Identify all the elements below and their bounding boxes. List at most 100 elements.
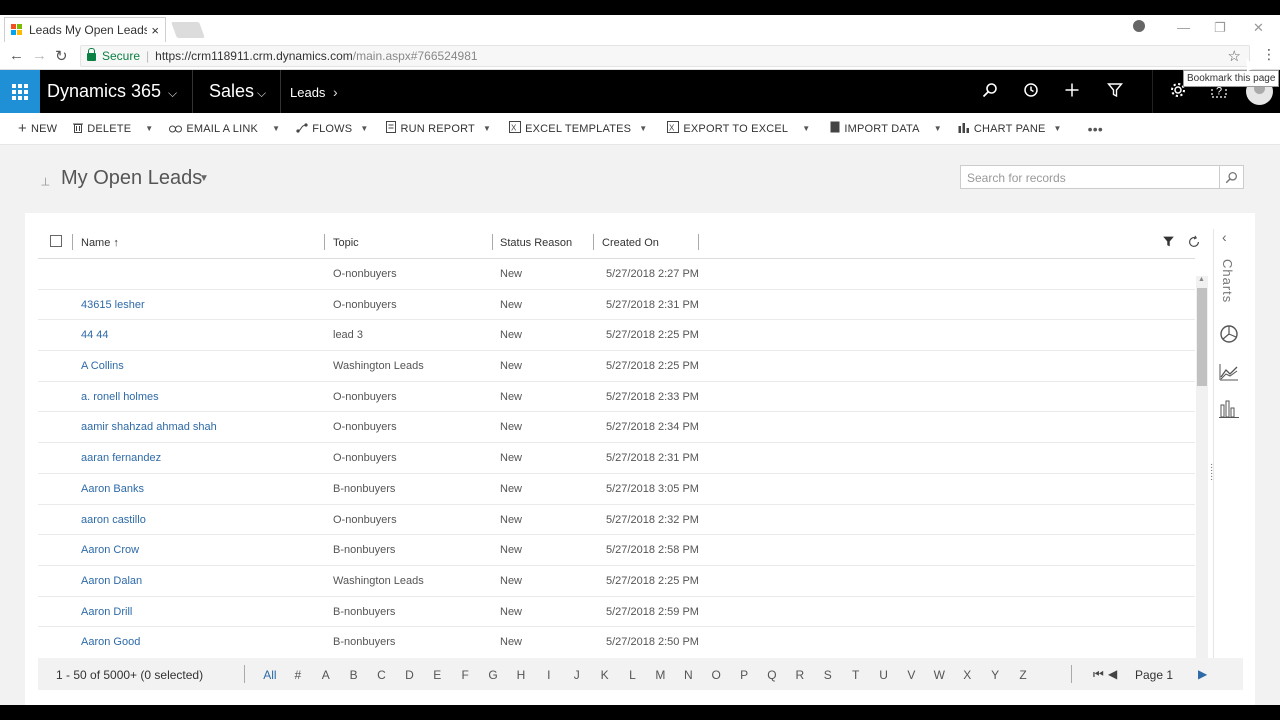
close-window-icon[interactable]: ✕ (1253, 20, 1264, 36)
letter-filter[interactable]: N (674, 668, 702, 682)
bar-chart-icon[interactable] (1219, 399, 1239, 419)
letter-filter-all[interactable]: All (256, 668, 284, 682)
table-row[interactable]: aaron castillo O-nonbuyers New 5/27/2018 2:… (38, 505, 1195, 536)
letter-filter[interactable]: L (619, 668, 647, 682)
first-page-icon[interactable]: ⏮ (1093, 667, 1104, 682)
previous-page-icon[interactable]: ◀ (1108, 667, 1117, 681)
area-chart-icon[interactable] (1219, 362, 1239, 382)
letter-filter[interactable]: Z (1009, 668, 1037, 682)
profile-icon[interactable] (1133, 20, 1145, 32)
select-all-checkbox[interactable] (50, 235, 62, 247)
lead-name-link[interactable]: 43615 lesher (81, 299, 145, 311)
table-row[interactable]: aamir shahzad ahmad shah O-nonbuyers New 5/… (38, 412, 1195, 444)
table-row[interactable]: O-nonbuyers New 5/27/2018 2:27 PM (38, 259, 1195, 290)
letter-filter[interactable]: H (507, 668, 535, 682)
url-input[interactable]: Secure | https://crm118911.crm.dynamics.… (80, 45, 1250, 67)
letter-filter[interactable]: # (284, 668, 312, 682)
view-title[interactable]: My Open Leads (61, 167, 202, 190)
entity-chevron-right-icon[interactable]: › (333, 84, 338, 100)
lead-name-link[interactable]: aaran fernandez (81, 452, 161, 464)
letter-filter[interactable]: S (814, 668, 842, 682)
column-separator[interactable] (492, 234, 493, 250)
table-row[interactable]: Aaron Dalan Washington Leads New 5/27/2018 … (38, 566, 1195, 597)
email-link-dropdown-icon[interactable]: ▼ (272, 124, 280, 133)
letter-filter[interactable]: A (312, 668, 340, 682)
pie-chart-icon[interactable] (1219, 324, 1239, 344)
reload-icon[interactable]: ↻ (55, 47, 68, 65)
letter-filter[interactable]: F (451, 668, 479, 682)
next-page-icon[interactable]: ▶ (1198, 667, 1207, 681)
run-report-button[interactable]: RUN REPORT ▼ (386, 121, 495, 136)
letter-filter[interactable]: I (535, 668, 563, 682)
chart-pane-collapse-icon[interactable]: ‹ (1222, 229, 1227, 245)
lead-name-link[interactable]: Aaron Drill (81, 606, 132, 618)
column-header-name[interactable]: Name ↑ (81, 237, 119, 249)
minimize-icon[interactable]: — (1177, 20, 1190, 35)
area-switcher[interactable]: Sales (209, 81, 254, 102)
letter-filter[interactable]: U (870, 668, 898, 682)
chart-pane-button[interactable]: CHART PANE ▼ (958, 122, 1066, 136)
letter-filter[interactable]: G (479, 668, 507, 682)
letter-filter[interactable]: P (730, 668, 758, 682)
browser-menu-icon[interactable]: ⋮ (1262, 46, 1276, 63)
column-separator[interactable] (698, 234, 699, 250)
export-excel-dropdown-icon[interactable]: ▼ (802, 124, 810, 133)
delete-button[interactable]: DELETE ▼ (73, 122, 157, 136)
table-row[interactable]: A Collins Washington Leads New 5/27/2018 2:… (38, 351, 1195, 382)
entity-breadcrumb[interactable]: Leads (290, 85, 325, 100)
more-commands-button[interactable]: ••• (1088, 121, 1103, 137)
lead-name-link[interactable]: Aaron Dalan (81, 575, 142, 587)
table-row[interactable]: Aaron Banks B-nonbuyers New 5/27/2018 3:05 … (38, 474, 1195, 505)
app-launcher-icon[interactable] (0, 70, 40, 113)
table-row[interactable]: 44 44 lead 3 New 5/27/2018 2:25 PM (38, 320, 1195, 352)
letter-filter[interactable]: R (786, 668, 814, 682)
table-row[interactable]: 43615 lesher O-nonbuyers New 5/27/2018 2:31… (38, 290, 1195, 321)
letter-filter[interactable]: Y (981, 668, 1009, 682)
lead-name-link[interactable]: Aaron Crow (81, 544, 139, 556)
lead-name-link[interactable]: aamir shahzad ahmad shah (81, 421, 217, 433)
lead-name-link[interactable]: Aaron Banks (81, 483, 144, 495)
filter-icon[interactable] (1162, 235, 1175, 251)
search-records-input[interactable]: Search for records (960, 165, 1220, 189)
flows-button[interactable]: FLOWS ▼ (296, 122, 372, 136)
letter-filter[interactable]: J (563, 668, 591, 682)
letter-filter[interactable]: E (423, 668, 451, 682)
letter-filter[interactable]: T (842, 668, 870, 682)
pin-icon[interactable]: ⊣ (38, 177, 51, 187)
delete-dropdown-icon[interactable]: ▼ (145, 124, 153, 133)
table-row[interactable]: Aaron Drill B-nonbuyers New 5/27/2018 2:59 … (38, 597, 1195, 628)
email-a-link-button[interactable]: EMAIL A LINK ▼ (169, 122, 284, 136)
search-records-button[interactable] (1220, 165, 1244, 189)
column-header-created-on[interactable]: Created On (602, 237, 659, 249)
lead-name-link[interactable]: 44 44 (81, 329, 109, 341)
app-chevron-down-icon[interactable]: ⌵ (168, 86, 177, 101)
table-row[interactable]: Aaron Good B-nonbuyers New 5/27/2018 2:50 P… (38, 627, 1195, 657)
column-header-status-reason[interactable]: Status Reason (500, 237, 572, 249)
app-title[interactable]: Dynamics 365 (47, 81, 161, 102)
table-row[interactable]: aaran fernandez O-nonbuyers New 5/27/2018 2… (38, 443, 1195, 474)
export-to-excel-button[interactable]: X EXPORT TO EXCEL ▼ (667, 121, 814, 136)
letter-filter[interactable]: B (340, 668, 368, 682)
grid-vertical-scrollbar[interactable]: ▲ ▼ (1196, 276, 1208, 669)
lead-name-link[interactable]: aaron castillo (81, 514, 146, 526)
column-separator[interactable] (324, 234, 325, 250)
excel-templates-button[interactable]: X EXCEL TEMPLATES ▼ (509, 121, 651, 136)
letter-filter[interactable]: K (591, 668, 619, 682)
letter-filter[interactable]: V (897, 668, 925, 682)
letter-filter[interactable]: W (925, 668, 953, 682)
recent-history-icon[interactable] (1023, 82, 1039, 103)
scroll-up-arrow-icon[interactable]: ▲ (1198, 276, 1205, 283)
lead-name-link[interactable]: Aaron Good (81, 636, 140, 648)
letter-filter[interactable]: Q (758, 668, 786, 682)
letter-filter[interactable]: M (646, 668, 674, 682)
area-chevron-down-icon[interactable]: ⌵ (257, 86, 266, 101)
column-separator[interactable] (593, 234, 594, 250)
import-data-button[interactable]: IMPORT DATA ▼ (830, 121, 945, 136)
scrollbar-thumb[interactable] (1197, 288, 1207, 386)
lead-name-link[interactable]: a. ronell holmes (81, 391, 159, 403)
tab-close-icon[interactable]: × (151, 23, 159, 38)
bookmark-star-icon[interactable]: ☆ (1228, 47, 1241, 65)
letter-filter[interactable]: C (368, 668, 396, 682)
refresh-icon[interactable] (1187, 235, 1201, 252)
new-tab-button[interactable] (171, 22, 205, 38)
